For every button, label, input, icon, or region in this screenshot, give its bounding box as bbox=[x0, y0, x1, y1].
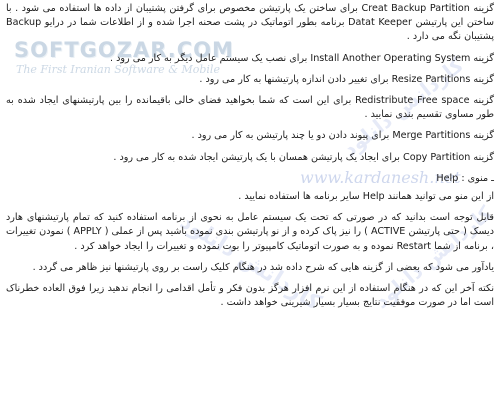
paragraph-final-warning: نکته آخر این که در هنگام استفاده از این … bbox=[6, 283, 494, 309]
paragraph-note-repartition: قابل توجه است بدانید که در صورتی که تحت … bbox=[6, 212, 494, 252]
paragraph-right-click-reminder: یادآور می شود که بعضی از گزینه هایی که ش… bbox=[32, 261, 494, 273]
paragraph-merge-partitions: گزینه Merge Partitions برای پیوند دادن د… bbox=[191, 130, 495, 142]
paragraph-install-os: گزینه Install Another Operating System ب… bbox=[110, 52, 494, 64]
paragraph-redistribute-free-space: گزینه Redistribute Free space برای این ا… bbox=[6, 95, 494, 121]
paragraph-resize-partitions: گزینه Resize Partitions برای تغییر دادن … bbox=[199, 73, 494, 85]
paragraph-help-menu: از این منو می توانید همانند Help سایر بر… bbox=[238, 191, 494, 203]
article-body: گزینه Creat Backup Partition برای ساختن … bbox=[6, 2, 494, 317]
heading-help-menu: ـ منوی : Help bbox=[436, 172, 494, 184]
paragraph-backup-partition: گزینه Creat Backup Partition برای ساختن … bbox=[6, 3, 494, 43]
paragraph-copy-partition: گزینه Copy Partition برای ایجاد یک پارتی… bbox=[113, 151, 494, 163]
